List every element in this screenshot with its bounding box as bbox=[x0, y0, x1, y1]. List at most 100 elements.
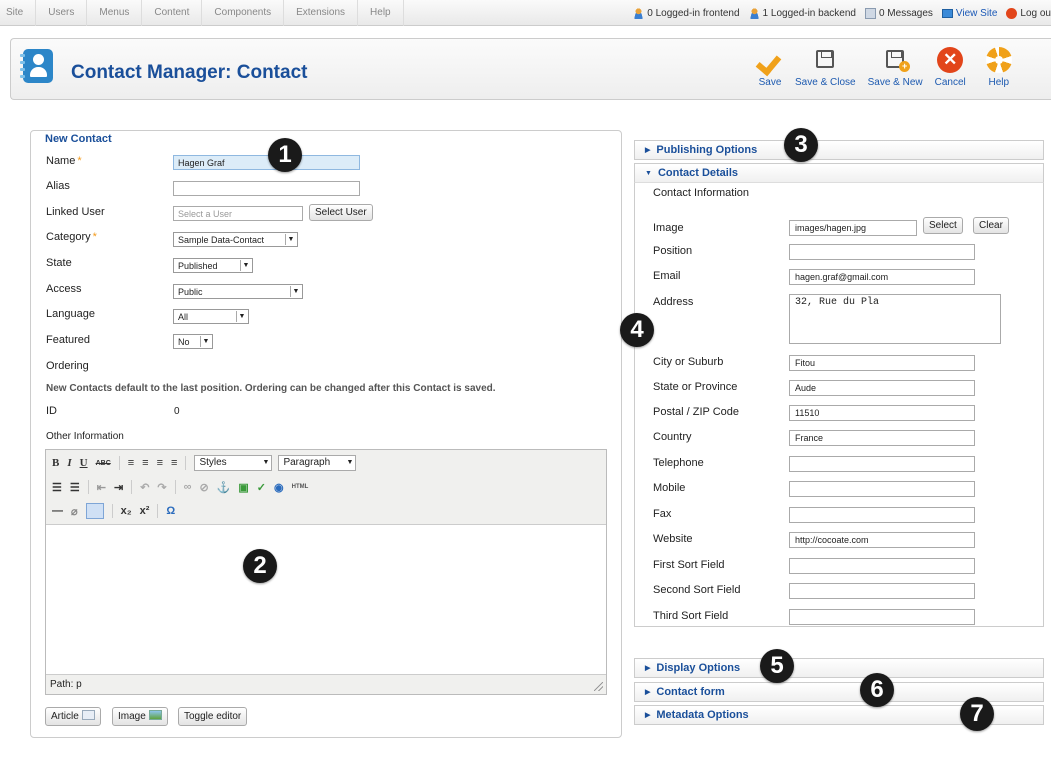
subscript-icon[interactable]: x₂ bbox=[121, 505, 132, 517]
help-button[interactable]: Help bbox=[985, 47, 1012, 88]
chevron-down-icon: ▼ bbox=[236, 311, 247, 322]
select-user-button[interactable]: Select User bbox=[309, 204, 373, 221]
bold-button[interactable]: B bbox=[52, 457, 59, 469]
fax-field[interactable] bbox=[789, 507, 975, 523]
format-combo[interactable]: Paragraph ▼ bbox=[278, 455, 357, 471]
featured-select[interactable]: No ▼ bbox=[173, 334, 213, 349]
italic-button[interactable]: I bbox=[67, 457, 71, 469]
cleanup-icon[interactable]: ✓ bbox=[257, 481, 266, 494]
unlink-icon[interactable]: ⊘ bbox=[199, 481, 208, 494]
featured-label: Featured bbox=[46, 334, 91, 346]
alias-field[interactable] bbox=[173, 181, 360, 196]
indent-icon[interactable]: ⇥ bbox=[114, 481, 123, 494]
editor-toolbar: B I U ABC ≡ ≡ ≡ ≡ Styles ▼ Paragraph ▼ ☰ ☰… bbox=[46, 450, 606, 525]
menu-item-users[interactable]: Users bbox=[36, 0, 88, 26]
visual-aid-icon[interactable] bbox=[85, 503, 104, 519]
telephone-field[interactable] bbox=[789, 456, 975, 472]
fieldset-legend: New Contact bbox=[44, 133, 115, 145]
menu-item-menus[interactable]: Menus bbox=[87, 0, 143, 26]
chevron-right-icon: ▶ bbox=[645, 689, 651, 696]
image-icon[interactable]: ▣ bbox=[238, 481, 248, 494]
toolbar-separator bbox=[131, 480, 133, 494]
save-close-button[interactable]: Save & Close bbox=[795, 47, 856, 88]
category-select[interactable]: Sample Data-Contact ▼ bbox=[173, 232, 298, 247]
page-title: Contact Manager: Contact bbox=[71, 62, 308, 83]
access-select[interactable]: Public ▼ bbox=[173, 284, 303, 299]
position-field[interactable] bbox=[789, 244, 975, 260]
save-button[interactable]: Save bbox=[757, 47, 783, 88]
website-field[interactable]: http://cocoate.com bbox=[789, 532, 975, 548]
first-sort-field[interactable] bbox=[789, 558, 975, 574]
state-province-field[interactable]: Aude bbox=[789, 380, 975, 396]
id-value: 0 bbox=[174, 406, 180, 417]
redo-icon[interactable]: ↷ bbox=[157, 481, 166, 494]
name-field[interactable]: Hagen Graf bbox=[173, 155, 360, 170]
image-button[interactable]: Image bbox=[112, 707, 168, 726]
strikethrough-button[interactable]: ABC bbox=[96, 460, 111, 467]
mobile-label: Mobile bbox=[653, 482, 686, 494]
postal-code-field[interactable]: 11510 bbox=[789, 405, 975, 421]
article-button[interactable]: Article bbox=[45, 707, 101, 726]
third-sort-field[interactable] bbox=[789, 609, 975, 625]
publishing-options-header[interactable]: ▶ Publishing Options bbox=[634, 140, 1044, 160]
image-label: Image bbox=[653, 222, 684, 234]
numbered-list-icon[interactable]: ☰ bbox=[70, 481, 80, 494]
menu-item-components[interactable]: Components bbox=[202, 0, 285, 26]
callout-badge-4: 4 bbox=[620, 313, 654, 347]
toolbar-separator bbox=[185, 456, 187, 470]
country-field[interactable]: France bbox=[789, 430, 975, 446]
outdent-icon[interactable]: ⇤ bbox=[97, 481, 106, 494]
align-justify-icon[interactable]: ≡ bbox=[171, 457, 177, 469]
access-label: Access bbox=[46, 283, 82, 295]
save-new-icon: + bbox=[882, 47, 911, 73]
chevron-right-icon: ▶ bbox=[645, 147, 651, 154]
linked-user-field[interactable]: Select a User bbox=[173, 206, 303, 221]
contact-details-header[interactable]: ▼ Contact Details bbox=[634, 163, 1044, 183]
align-center-icon[interactable]: ≡ bbox=[142, 457, 148, 469]
styles-combo[interactable]: Styles ▼ bbox=[194, 455, 273, 471]
superscript-icon[interactable]: x² bbox=[140, 505, 150, 517]
linked-user-label: Linked User bbox=[46, 206, 105, 218]
messages-status[interactable]: 0 Messages bbox=[864, 7, 933, 19]
frontend-users-status: 0 Logged-in frontend bbox=[633, 7, 740, 19]
user-icon bbox=[748, 7, 760, 19]
editor-content-area[interactable] bbox=[46, 525, 606, 675]
html-icon[interactable]: HTML bbox=[292, 484, 309, 490]
resize-handle[interactable] bbox=[594, 682, 603, 691]
display-options-header[interactable]: ▶ Display Options bbox=[634, 658, 1044, 678]
link-icon[interactable]: ∞ bbox=[184, 481, 192, 493]
align-right-icon[interactable]: ≡ bbox=[157, 457, 163, 469]
editor-path-bar: Path: p bbox=[46, 674, 606, 694]
remove-format-icon[interactable]: ⌀ bbox=[71, 505, 78, 518]
city-field[interactable]: Fitou bbox=[789, 355, 975, 371]
image-field[interactable]: images/hagen.jpg bbox=[789, 220, 917, 236]
state-select[interactable]: Published ▼ bbox=[173, 258, 253, 273]
help-icon[interactable]: ◉ bbox=[274, 481, 284, 494]
image-clear-button[interactable]: Clear bbox=[973, 217, 1009, 234]
menu-item-content[interactable]: Content bbox=[142, 0, 203, 26]
logout-link[interactable]: Log ou bbox=[1006, 7, 1051, 19]
toggle-editor-button[interactable]: Toggle editor bbox=[178, 707, 248, 726]
view-site-link[interactable]: View Site bbox=[941, 8, 997, 19]
underline-button[interactable]: U bbox=[80, 457, 88, 469]
callout-badge-5: 5 bbox=[760, 649, 794, 683]
second-sort-field[interactable] bbox=[789, 583, 975, 599]
image-select-button[interactable]: Select bbox=[923, 217, 963, 234]
bullet-list-icon[interactable]: ☰ bbox=[52, 481, 62, 494]
menu-item-extensions[interactable]: Extensions bbox=[284, 0, 359, 26]
language-select[interactable]: All ▼ bbox=[173, 309, 249, 324]
horizontal-rule-icon[interactable]: — bbox=[52, 505, 63, 517]
email-field[interactable]: hagen.graf@gmail.com bbox=[789, 269, 975, 285]
mobile-field[interactable] bbox=[789, 481, 975, 497]
address-label: Address bbox=[653, 296, 694, 308]
menu-item-help[interactable]: Help bbox=[358, 0, 404, 26]
align-left-icon[interactable]: ≡ bbox=[128, 457, 134, 469]
anchor-icon[interactable]: ⚓ bbox=[217, 481, 231, 494]
undo-icon[interactable]: ↶ bbox=[140, 481, 149, 494]
menu-item-site[interactable]: Site bbox=[0, 0, 37, 26]
address-textarea[interactable]: 32, Rue du Pla bbox=[789, 294, 1001, 344]
save-new-button[interactable]: + Save & New bbox=[868, 47, 923, 88]
special-character-icon[interactable]: Ω bbox=[166, 505, 175, 517]
cancel-button[interactable]: ✕ Cancel bbox=[935, 47, 966, 88]
state-province-label: State or Province bbox=[653, 381, 738, 393]
